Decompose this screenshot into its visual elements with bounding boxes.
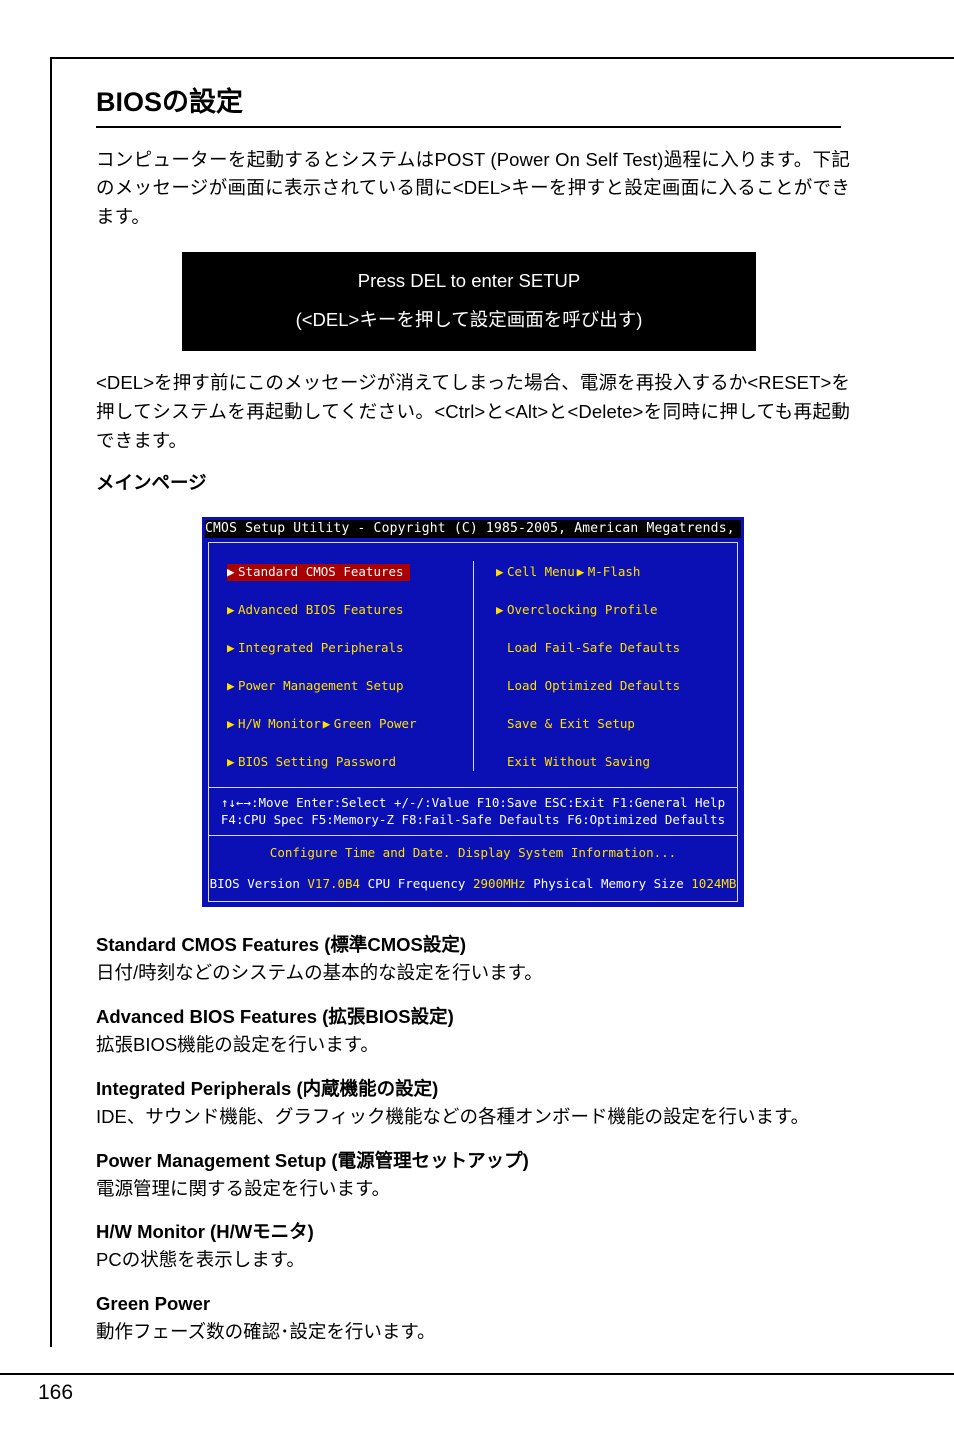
bios-menu-item-label: H/W Monitor	[238, 716, 321, 732]
bios-menu-item[interactable]: ▶ Standard CMOS Features	[227, 564, 410, 582]
bios-menu-item[interactable]: ▶ Overclocking Profile	[496, 602, 660, 619]
menu-arrow-icon: ▶	[227, 754, 235, 770]
bios-menu-item[interactable]: ▶ M-Flash	[577, 564, 643, 581]
feature-title: Standard CMOS Features (標準CMOS設定)	[96, 934, 467, 956]
feature-block: Power Management Setup (電源管理セットアップ) 電源管理に…	[96, 1149, 850, 1203]
bios-status-bar: BIOS Version V17.0B4 CPU Frequency 2900M…	[209, 870, 737, 901]
feature-block: H/W Monitor (H/Wモニタ) PCの状態を表示します。	[96, 1220, 850, 1274]
page-number: 166	[38, 1381, 74, 1404]
bios-context-help: Configure Time and Date. Display System …	[269, 845, 677, 861]
bios-title-text: CMOS Setup Utility - Copyright (C) 1985-…	[205, 520, 741, 539]
menu-arrow-icon: ▶	[227, 564, 235, 580]
title-divider	[96, 125, 841, 128]
post-message-box: Press DEL to enter SETUP (<DEL>キーを押して設定画…	[182, 251, 756, 352]
page-title: BIOSの設定	[96, 87, 244, 117]
bios-menu-item-label: Exit Without Saving	[507, 754, 650, 770]
menu-arrow-icon: ▶	[227, 602, 235, 618]
feature-title: Green Power	[96, 1292, 211, 1314]
page-frame-top-rule	[50, 57, 954, 59]
page-frame-left-rule	[50, 57, 52, 1347]
bios-menu-left-column: ▶ Standard CMOS Features▶ Advanced BIOS Fe…	[209, 561, 473, 771]
bios-menu-item[interactable]: ▶ H/W Monitor	[227, 716, 323, 733]
post-message-line-2: (<DEL>キーを押して設定画面を呼び出す)	[295, 308, 643, 330]
bios-menu-item-label: Integrated Peripherals	[238, 640, 404, 656]
bios-setup-screen: CMOS Setup Utility - Copyright (C) 1985-…	[202, 517, 744, 908]
post-message-line-1: Press DEL to enter SETUP	[357, 269, 581, 291]
bios-titlebar: CMOS Setup Utility - Copyright (C) 1985-…	[202, 517, 744, 541]
menu-arrow-spacer: ▶	[496, 641, 507, 655]
bios-menu-item[interactable]: ▶Exit Without Saving	[496, 754, 652, 771]
feature-title: Integrated Peripherals (内蔵機能の設定)	[96, 1077, 439, 1099]
feature-block: Integrated Peripherals (内蔵機能の設定) IDE、サウンド…	[96, 1077, 850, 1131]
manual-page: BIOSの設定 コンピューターを起動するとシステムはPOST (Power On…	[0, 0, 954, 1431]
memory-size-label: Physical Memory Size	[533, 876, 684, 892]
bios-menu-item[interactable]: ▶ Advanced BIOS Features	[227, 602, 406, 619]
bios-menu-item-label: Green Power	[333, 716, 417, 732]
feature-title: Power Management Setup (電源管理セットアップ)	[96, 1149, 529, 1171]
bios-key-help-line-1: ↑↓←→:Move Enter:Select +/-/:Value F10:Sa…	[220, 795, 726, 811]
menu-arrow-icon: ▶	[576, 564, 585, 580]
feature-description: IDE、サウンド機能、グラフィック機能などの各種オンボード機能の設定を行います。	[96, 1105, 810, 1127]
menu-arrow-icon: ▶	[227, 678, 235, 694]
feature-block: Green Power 動作フェーズ数の確認･設定を行います。	[96, 1292, 850, 1346]
bios-menu-item-label: Standard CMOS Features	[238, 564, 404, 580]
bios-menu-item-label: Load Fail-Safe Defaults	[507, 640, 681, 656]
bios-menu-item[interactable]: ▶Save & Exit Setup	[496, 716, 637, 733]
bios-version-label: BIOS Version	[209, 876, 300, 892]
cpu-frequency-label: CPU Frequency	[367, 876, 466, 892]
bios-menu-item-label: Overclocking Profile	[507, 602, 658, 618]
section-heading-main-page: メインページ	[96, 472, 207, 494]
bios-body: ▶ Standard CMOS Features▶ Advanced BIOS Fe…	[208, 542, 738, 903]
bios-menu-item[interactable]: ▶Load Optimized Defaults	[496, 678, 682, 695]
bios-menu-item-label: Power Management Setup	[238, 678, 404, 694]
menu-arrow-icon: ▶	[227, 716, 235, 732]
menu-arrow-spacer: ▶	[496, 717, 507, 731]
feature-block: Advanced BIOS Features (拡張BIOS設定) 拡張BIOS機…	[96, 1005, 850, 1059]
menu-arrow-icon: ▶	[496, 602, 504, 618]
bios-screenshot-wrapper: CMOS Setup Utility - Copyright (C) 1985-…	[96, 517, 850, 908]
feature-description: 電源管理に関する設定を行います。	[96, 1177, 391, 1199]
memory-size-value: 1024MB	[691, 876, 737, 892]
bios-menu-item[interactable]: ▶ Power Management Setup	[227, 678, 406, 695]
cpu-frequency-value: 2900MHz	[473, 876, 526, 892]
feature-block: Standard CMOS Features (標準CMOS設定) 日付/時刻など…	[96, 933, 850, 987]
bios-key-help: ↑↓←→:Move Enter:Select +/-/:Value F10:Sa…	[209, 788, 737, 835]
bios-menu-item-label: Cell Menu	[507, 564, 575, 580]
menu-arrow-icon: ▶	[227, 640, 235, 656]
bios-menu-item[interactable]: ▶Load Fail-Safe Defaults	[496, 640, 682, 657]
bios-menu-item[interactable]: ▶ Integrated Peripherals	[227, 640, 406, 657]
feature-title: H/W Monitor (H/Wモニタ)	[96, 1221, 314, 1243]
feature-description: 拡張BIOS機能の設定を行います。	[96, 1034, 379, 1056]
bios-key-help-line-2: F4:CPU Spec F5:Memory-Z F8:Fail-Safe Def…	[220, 812, 726, 828]
page-content: BIOSの設定 コンピューターを起動するとシステムはPOST (Power On…	[96, 87, 850, 1364]
bios-menu-item-label: Load Optimized Defaults	[507, 678, 681, 694]
bios-menu-item-label: M-Flash	[587, 564, 641, 580]
feature-description: 日付/時刻などのシステムの基本的な設定を行います。	[96, 962, 543, 984]
bios-menu-right-column: ▶Cell Menu▶M-Flash▶Overclocking Profile▶…	[473, 561, 737, 772]
bios-version-value: V17.0B4	[307, 876, 361, 892]
page-frame-bottom-rule	[0, 1373, 954, 1375]
bios-menu-item[interactable]: ▶ Green Power	[323, 716, 419, 733]
menu-arrow-spacer: ▶	[496, 755, 507, 769]
feature-title: Advanced BIOS Features (拡張BIOS設定)	[96, 1006, 454, 1028]
menu-arrow-spacer: ▶	[496, 679, 507, 693]
bios-menu: ▶ Standard CMOS Features▶ Advanced BIOS Fe…	[209, 543, 737, 787]
menu-arrow-icon: ▶	[496, 564, 504, 580]
feature-description: 動作フェーズ数の確認･設定を行います。	[96, 1320, 436, 1342]
bios-menu-item-label: Save & Exit Setup	[507, 716, 635, 732]
bios-menu-item[interactable]: ▶ Cell Menu	[496, 564, 577, 581]
intro-paragraph: コンピューターを起動するとシステムはPOST (Power On Self Te…	[96, 148, 850, 228]
after-box-paragraph: <DEL>を押す前にこのメッセージが消えてしまった場合、電源を再投入するか<RE…	[96, 372, 850, 451]
bios-menu-item[interactable]: ▶ BIOS Setting Password	[227, 754, 398, 771]
menu-arrow-icon: ▶	[322, 716, 331, 732]
bios-menu-item-label: Advanced BIOS Features	[238, 602, 404, 618]
feature-description: PCの状態を表示します。	[96, 1249, 305, 1271]
bios-menu-item-label: BIOS Setting Password	[238, 754, 397, 770]
feature-description-list: Standard CMOS Features (標準CMOS設定) 日付/時刻など…	[96, 933, 850, 1345]
